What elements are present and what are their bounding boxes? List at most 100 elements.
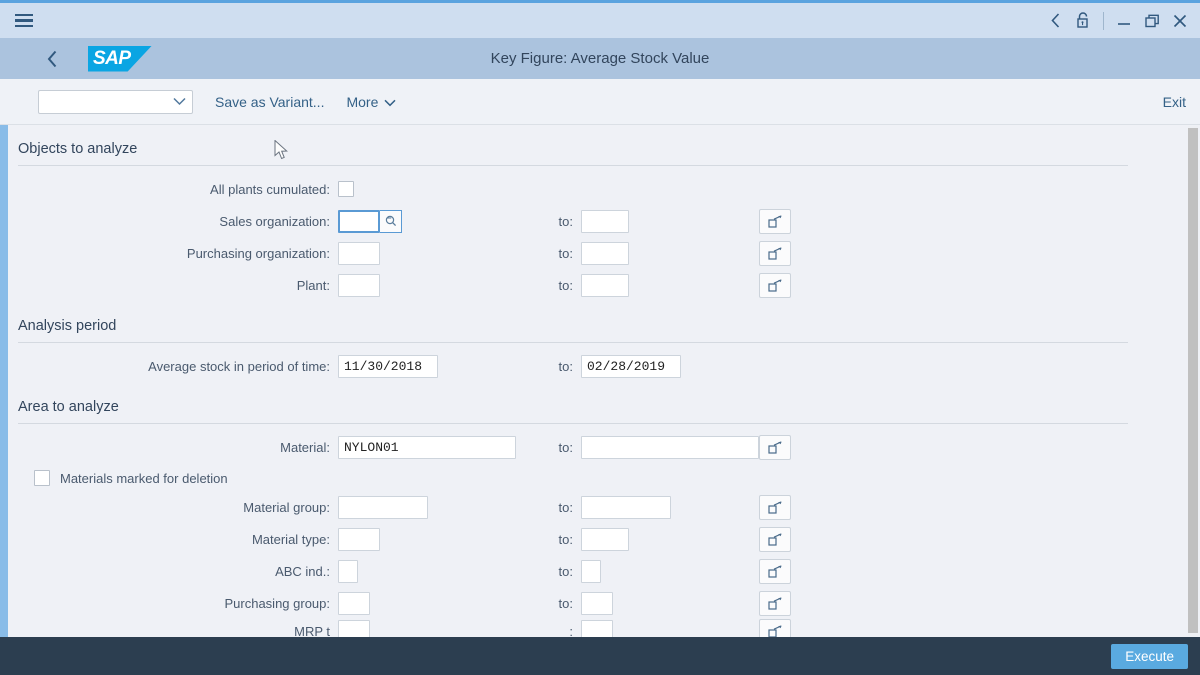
field-input[interactable] xyxy=(338,273,380,297)
chevron-down-icon xyxy=(173,93,186,111)
field-label: MRP t xyxy=(294,623,330,638)
field-input[interactable]: 11/30/2018 xyxy=(338,354,438,378)
field-input[interactable] xyxy=(338,591,370,615)
field-input[interactable]: NYLON01 xyxy=(338,435,516,459)
unlock-icon[interactable] xyxy=(1069,4,1097,38)
to-field-input[interactable] xyxy=(581,241,629,265)
to-label: to: xyxy=(558,595,573,611)
section-objects: Objects to analyze All plants cumulated: S… xyxy=(8,125,1188,300)
to-label: to: xyxy=(558,439,573,455)
multi-select-button[interactable] xyxy=(759,208,791,234)
field-label: Sales organization: xyxy=(219,213,330,229)
more-menu-button[interactable]: More xyxy=(346,94,396,110)
to-label: : xyxy=(569,623,573,638)
field-input[interactable] xyxy=(338,209,380,233)
sections-container: Objects to analyze All plants cumulated: S… xyxy=(8,125,1188,637)
multi-select-button[interactable] xyxy=(759,618,791,637)
to-label: to: xyxy=(558,358,573,374)
field-row: Material type: to: xyxy=(8,524,1188,554)
save-as-variant-label: Save as Variant... xyxy=(215,93,325,110)
save-as-variant-button[interactable]: Save as Variant... xyxy=(215,94,324,110)
field-label: Purchasing group: xyxy=(224,595,330,611)
vertical-scrollbar-thumb[interactable] xyxy=(1188,128,1198,633)
variant-select[interactable] xyxy=(38,89,193,114)
to-field-input[interactable]: 02/28/2019 xyxy=(581,354,681,378)
multi-select-button[interactable] xyxy=(759,240,791,266)
to-label: to: xyxy=(558,563,573,579)
to-label: to: xyxy=(558,531,573,547)
to-field-input[interactable] xyxy=(581,209,629,233)
minimize-icon[interactable] xyxy=(1110,4,1138,38)
field-label: Material type: xyxy=(251,531,330,547)
section-title: Objects to analyze xyxy=(18,141,138,157)
to-label: to: xyxy=(558,277,573,293)
field-label: Material: xyxy=(280,439,330,455)
multi-select-button[interactable] xyxy=(759,494,791,520)
to-label: to: xyxy=(558,245,573,261)
to-field-input[interactable] xyxy=(581,495,671,519)
to-field-input[interactable] xyxy=(581,273,629,297)
field-row: ABC ind.: to: xyxy=(8,556,1188,586)
hamburger-line xyxy=(15,24,33,28)
restore-icon[interactable] xyxy=(1138,4,1166,38)
value-help-icon[interactable] xyxy=(380,209,402,233)
field-input[interactable] xyxy=(338,241,380,265)
field-row: Material group: to: xyxy=(8,492,1188,522)
to-field-input[interactable] xyxy=(581,619,613,637)
chevron-down-icon xyxy=(384,94,396,110)
field-rows: Material: NYLON01 to: Materials marked for … xyxy=(8,424,1188,637)
divider xyxy=(1103,11,1104,30)
to-label: to: xyxy=(558,213,573,229)
window-controls xyxy=(1041,2,1200,40)
exit-button[interactable]: Exit xyxy=(1163,94,1186,110)
more-menu-label: More xyxy=(346,93,379,110)
selection-screen: Objects to analyze All plants cumulated: S… xyxy=(0,125,1200,637)
multi-select-button[interactable] xyxy=(759,272,791,298)
field-row: Material: NYLON01 to: xyxy=(8,432,1188,462)
field-label: Average stock in period of time: xyxy=(148,358,330,374)
execute-button[interactable]: Execute xyxy=(1111,643,1188,669)
window-back-icon[interactable] xyxy=(1041,4,1069,38)
checkbox-row: Materials marked for deletion xyxy=(8,464,1188,492)
field-row: Average stock in period of time: 11/30/20… xyxy=(8,351,1188,381)
multi-select-button[interactable] xyxy=(759,558,791,584)
materials-marked-for-deletion-checkbox[interactable] xyxy=(34,470,50,486)
field-input[interactable] xyxy=(338,619,370,637)
shell-header: SAP Key Figure: Average Stock Value xyxy=(0,38,1200,79)
field-input[interactable] xyxy=(338,559,358,583)
section-area: Area to analyze Material: NYLON01 to: Materi… xyxy=(8,383,1188,637)
multi-select-button[interactable] xyxy=(759,590,791,616)
field-input[interactable] xyxy=(338,527,380,551)
os-title-bar xyxy=(0,0,1200,38)
field-label: Material group: xyxy=(243,499,330,515)
checkbox-label: Materials marked for deletion xyxy=(60,470,228,486)
to-label: to: xyxy=(558,499,573,515)
close-icon[interactable] xyxy=(1166,4,1194,38)
page-title: Key Figure: Average Stock Value xyxy=(490,50,710,67)
field-row: Sales organization: to: xyxy=(8,206,1188,236)
field-row: MRP t: xyxy=(8,618,1188,638)
section-analysis-period: Analysis period Average stock in period o… xyxy=(8,302,1188,381)
to-field-input[interactable] xyxy=(581,559,601,583)
hamburger-line xyxy=(15,19,33,22)
field-rows: Average stock in period of time: 11/30/20… xyxy=(8,343,1188,381)
to-field-input[interactable] xyxy=(581,435,759,459)
checkbox-row: All plants cumulated: xyxy=(8,174,1188,204)
shell-back-icon[interactable] xyxy=(30,38,74,79)
field-input[interactable] xyxy=(338,495,428,519)
sap-logo[interactable]: SAP xyxy=(88,45,152,72)
multi-select-button[interactable] xyxy=(759,434,791,460)
to-field-input[interactable] xyxy=(581,527,629,551)
hamburger-line xyxy=(15,13,33,17)
hamburger-menu-icon[interactable] xyxy=(4,2,44,40)
field-row: Plant: to: xyxy=(8,270,1188,300)
left-accent-bar xyxy=(0,125,8,637)
field-row: Purchasing organization: to: xyxy=(8,238,1188,268)
multi-select-button[interactable] xyxy=(759,526,791,552)
field-label: ABC ind.: xyxy=(275,563,330,579)
to-field-input[interactable] xyxy=(581,591,613,615)
field-rows: All plants cumulated: Sales organization:… xyxy=(8,166,1188,300)
all-plants-cumulated-checkbox[interactable] xyxy=(338,181,354,197)
sap-logo-text: SAP xyxy=(93,47,131,69)
footer-bar: Execute xyxy=(0,637,1200,675)
